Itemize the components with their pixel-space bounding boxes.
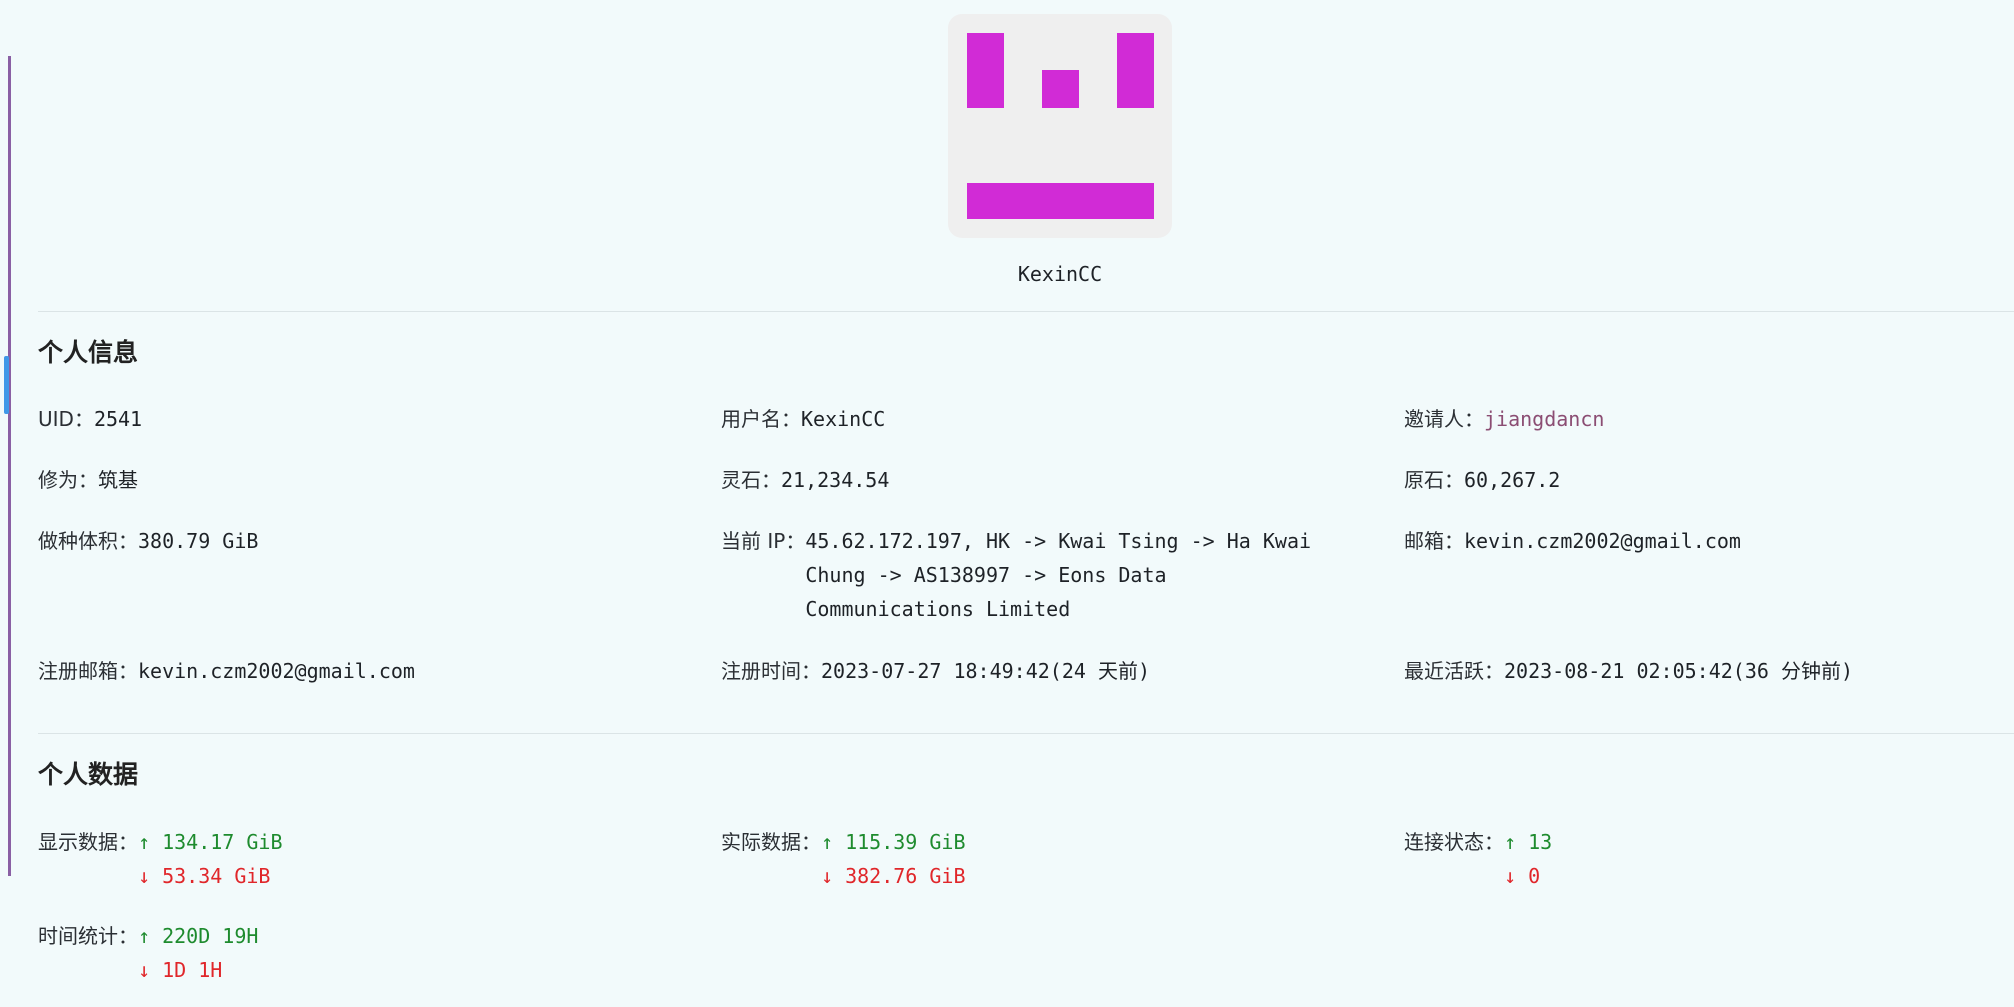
email-label: 邮箱： bbox=[1404, 529, 1464, 553]
email-value: kevin.czm2002@gmail.com bbox=[1464, 529, 1741, 553]
profile-page: KexinCC 个人信息 UID：2541 用户名：KexinCC 邀请人：ji… bbox=[0, 0, 2014, 1007]
avatar-pixel-center bbox=[1042, 70, 1079, 108]
actual-upload: ↑ 115.39 GiB bbox=[821, 830, 966, 854]
field-register-email: 注册邮箱：kevin.czm2002@gmail.com bbox=[38, 654, 415, 688]
field-uid: UID：2541 bbox=[38, 402, 142, 436]
field-email: 邮箱：kevin.czm2002@gmail.com bbox=[1404, 524, 1741, 558]
divider-middle bbox=[38, 733, 2014, 734]
display-data-label: 显示数据： bbox=[38, 830, 138, 854]
last-active-label: 最近活跃： bbox=[1404, 659, 1504, 683]
field-last-active: 最近活跃：2023-08-21 02:05:42(36 分钟前) bbox=[1404, 654, 1853, 688]
raw-stone-label: 原石： bbox=[1404, 468, 1464, 492]
divider-top bbox=[38, 311, 2014, 312]
seeding-label: 做种体积： bbox=[38, 529, 138, 553]
last-active-value: 2023-08-21 02:05:42(36 分钟前) bbox=[1504, 659, 1853, 683]
time-download: ↓ 1D 1H bbox=[138, 958, 223, 982]
field-username: 用户名：KexinCC bbox=[721, 402, 885, 436]
display-upload: ↑ 134.17 GiB bbox=[138, 830, 283, 854]
scroll-handle[interactable] bbox=[4, 356, 9, 414]
time-upload: ↑ 220D 19H bbox=[138, 924, 259, 948]
inviter-label: 邀请人： bbox=[1404, 407, 1484, 431]
actual-download: ↓ 382.76 GiB bbox=[821, 864, 966, 888]
field-cultivation: 修为：筑基 bbox=[38, 463, 138, 497]
section-title-personal-info: 个人信息 bbox=[38, 339, 139, 367]
field-actual-data: 实际数据： ↑ 115.39 GiB ↓ 382.76 GiB bbox=[721, 825, 966, 893]
spirit-stone-label: 灵石： bbox=[721, 468, 781, 492]
username-label: 用户名： bbox=[721, 407, 801, 431]
display-download: ↓ 53.34 GiB bbox=[138, 864, 271, 888]
reg-time-value: 2023-07-27 18:49:42(24 天前) bbox=[821, 659, 1150, 683]
field-display-data: 显示数据： ↑ 134.17 GiB ↓ 53.34 GiB bbox=[38, 825, 283, 893]
avatar-username: KexinCC bbox=[1017, 262, 1103, 286]
left-scroll-rail bbox=[8, 56, 11, 876]
field-current-ip: 当前 IP：45.62.172.197, HK -> Kwai Tsing ->… bbox=[721, 524, 1345, 626]
connection-values: ↑ 13 ↓ 0 bbox=[1504, 825, 1552, 893]
field-spirit-stone: 灵石：21,234.54 bbox=[721, 463, 889, 497]
field-seeding-size: 做种体积：380.79 GiB bbox=[38, 524, 258, 558]
uid-label: UID： bbox=[38, 407, 94, 431]
reg-time-label: 注册时间： bbox=[721, 659, 821, 683]
ip-value: 45.62.172.197, HK -> Kwai Tsing -> Ha Kw… bbox=[805, 529, 1312, 621]
inviter-link[interactable]: jiangdancn bbox=[1484, 407, 1604, 431]
uid-value: 2541 bbox=[93, 407, 143, 431]
display-data-values: ↑ 134.17 GiB ↓ 53.34 GiB bbox=[138, 825, 283, 893]
ip-label: 当前 IP： bbox=[721, 529, 806, 553]
raw-stone-value: 60,267.2 bbox=[1464, 468, 1561, 492]
field-raw-stone: 原石：60,267.2 bbox=[1404, 463, 1560, 497]
spirit-stone-value: 21,234.54 bbox=[781, 468, 890, 492]
field-time-stats: 时间统计： ↑ 220D 19H ↓ 1D 1H bbox=[38, 919, 258, 987]
cultivation-value: 筑基 bbox=[98, 468, 138, 492]
username-value: KexinCC bbox=[801, 407, 886, 431]
avatar-pixel-bottom bbox=[967, 183, 1154, 219]
connection-label: 连接状态： bbox=[1404, 830, 1504, 854]
connection-upload: ↑ 13 bbox=[1504, 830, 1553, 854]
time-stats-label: 时间统计： bbox=[38, 924, 138, 948]
avatar-pixel-right bbox=[1117, 33, 1154, 108]
field-connection-status: 连接状态： ↑ 13 ↓ 0 bbox=[1404, 825, 1552, 893]
section-title-personal-data: 个人数据 bbox=[38, 761, 139, 789]
seeding-value: 380.79 GiB bbox=[138, 529, 259, 553]
field-register-time: 注册时间：2023-07-27 18:49:42(24 天前) bbox=[721, 654, 1150, 688]
avatar[interactable] bbox=[948, 14, 1172, 238]
actual-data-values: ↑ 115.39 GiB ↓ 382.76 GiB bbox=[821, 825, 966, 893]
reg-email-label: 注册邮箱： bbox=[38, 659, 138, 683]
avatar-pixel-left bbox=[967, 33, 1004, 108]
connection-download: ↓ 0 bbox=[1504, 864, 1541, 888]
time-stats-values: ↑ 220D 19H ↓ 1D 1H bbox=[138, 919, 258, 987]
field-inviter: 邀请人：jiangdancn bbox=[1404, 402, 1604, 436]
cultivation-label: 修为： bbox=[38, 468, 98, 492]
reg-email-value: kevin.czm2002@gmail.com bbox=[138, 659, 415, 683]
actual-data-label: 实际数据： bbox=[721, 830, 821, 854]
